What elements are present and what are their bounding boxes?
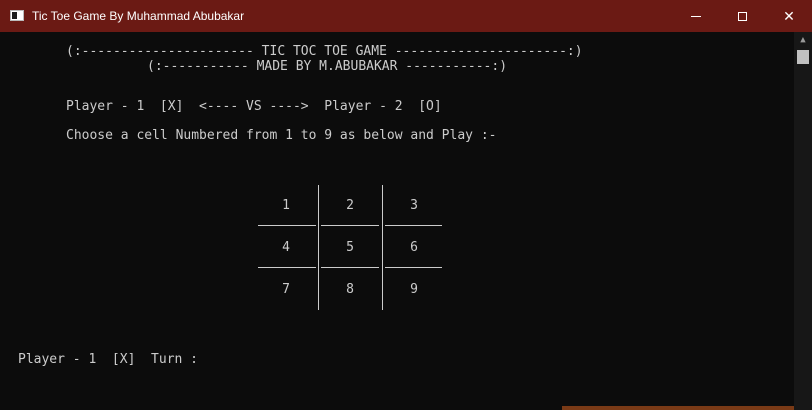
grid-vertical-line <box>382 185 383 310</box>
console-output[interactable]: (:---------------------- TIC TOC TOE GAM… <box>0 32 794 410</box>
grid-horizontal-line <box>258 267 316 268</box>
instruction-line: Choose a cell Numbered from 1 to 9 as be… <box>66 128 497 143</box>
board-cell: 8 <box>346 282 354 297</box>
board-cell: 4 <box>282 240 290 255</box>
vertical-scrollbar[interactable]: ▲ <box>794 32 812 410</box>
board-cell: 1 <box>282 198 290 213</box>
minimize-button[interactable] <box>673 0 719 32</box>
players-line: Player - 1 [X] <---- VS ----> Player - 2… <box>66 99 442 114</box>
maximize-icon <box>737 11 747 21</box>
scroll-up-icon[interactable]: ▲ <box>794 32 812 49</box>
author-header: (:----------- MADE BY M.ABUBAKAR -------… <box>147 59 508 74</box>
close-button[interactable]: ✕ <box>766 0 812 32</box>
board-cell: 5 <box>346 240 354 255</box>
grid-horizontal-line <box>385 267 442 268</box>
board-cell: 9 <box>410 282 418 297</box>
grid-horizontal-line <box>258 225 316 226</box>
game-header: (:---------------------- TIC TOC TOE GAM… <box>66 44 583 59</box>
board-cell: 2 <box>346 198 354 213</box>
console-app-icon <box>10 10 24 21</box>
close-icon: ✕ <box>783 7 795 24</box>
minimize-icon <box>691 15 701 17</box>
board-cell: 3 <box>410 198 418 213</box>
scroll-thumb[interactable] <box>797 50 809 64</box>
board-cell: 6 <box>410 240 418 255</box>
grid-horizontal-line <box>321 225 379 226</box>
grid-horizontal-line <box>321 267 379 268</box>
background-strip <box>562 406 794 410</box>
window-title: Tic Toe Game By Muhammad Abubakar <box>32 9 245 23</box>
grid-horizontal-line <box>385 225 442 226</box>
grid-vertical-line <box>318 185 319 310</box>
maximize-button[interactable] <box>719 0 765 32</box>
title-bar[interactable]: Tic Toe Game By Muhammad Abubakar ✕ <box>0 0 812 32</box>
turn-prompt: Player - 1 [X] Turn : <box>18 352 199 367</box>
board-cell: 7 <box>282 282 290 297</box>
